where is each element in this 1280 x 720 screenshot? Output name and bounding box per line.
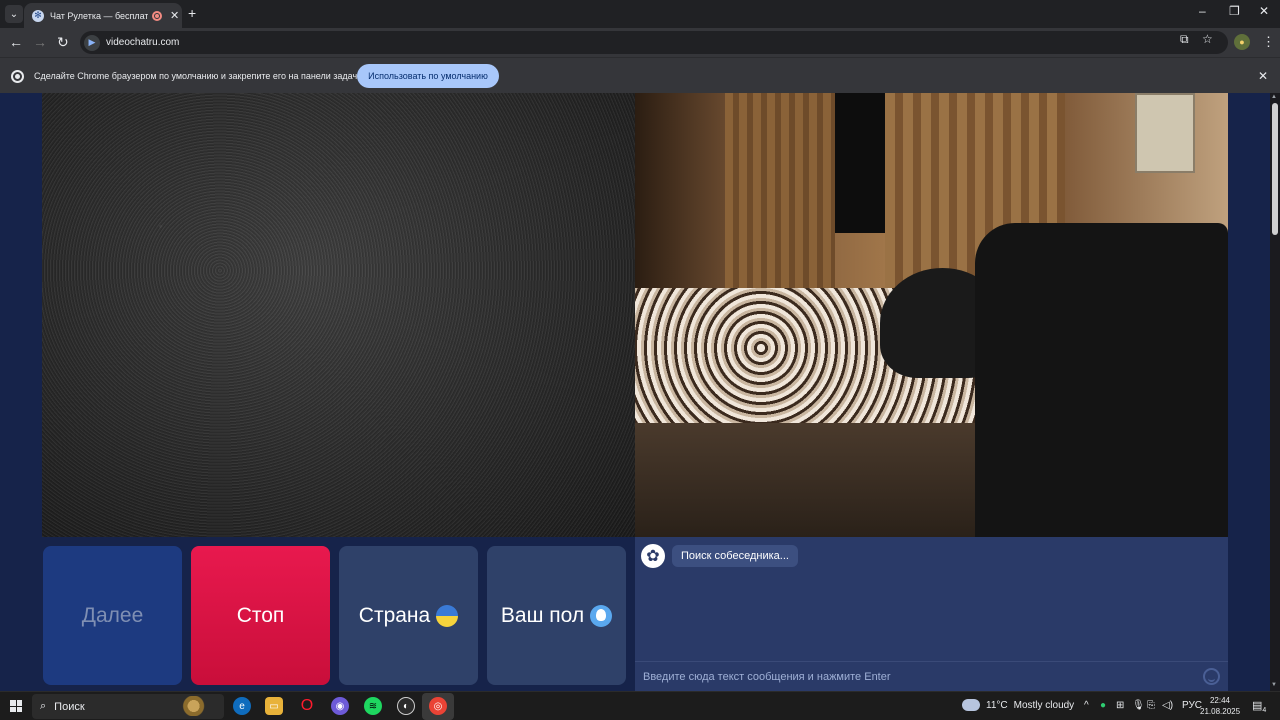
url-text: videochatru.com — [106, 37, 180, 48]
window-close-icon[interactable]: ✕ — [1259, 4, 1269, 18]
ukraine-flag-icon — [436, 604, 459, 627]
scroll-up-icon[interactable]: ▲ — [1271, 94, 1277, 100]
weather-temp: 11°C — [986, 699, 1008, 711]
local-video-noise — [42, 93, 635, 537]
recording-icon — [152, 10, 162, 21]
tray-app-icon[interactable]: ⊞ — [1116, 700, 1124, 711]
default-browser-infobar: Сделайте Chrome браузером по умолчанию и… — [0, 57, 1280, 93]
install-icon[interactable]: ⧉ — [1180, 32, 1189, 47]
infobar-close-icon[interactable]: ✕ — [1258, 69, 1268, 83]
chat-panel: ✿ Поиск собеседника... Введите сюда текс… — [635, 537, 1228, 691]
tab-title: Чат Рулетка — бесплатный — [50, 10, 148, 21]
tray-chevron-icon[interactable]: ^ — [1084, 700, 1089, 711]
minimize-icon[interactable]: – — [1199, 4, 1206, 18]
gender-icon — [590, 604, 613, 627]
next-button[interactable]: Далее — [43, 546, 182, 685]
set-default-button[interactable]: Использовать по умолчанию — [357, 64, 499, 88]
messenger-icon[interactable]: ◉ — [331, 697, 349, 715]
scroll-down-icon[interactable]: ▼ — [1271, 682, 1277, 688]
volume-icon[interactable]: ◁) — [1162, 700, 1173, 711]
opera-icon[interactable]: O — [298, 697, 316, 715]
tab-strip: ⌄ ✻ Чат Рулетка — бесплатный ✕ + – ❐ ✕ — [0, 0, 1280, 28]
chat-message-input[interactable]: Введите сюда текст сообщения и нажмите E… — [635, 661, 1228, 691]
scroll-thumb[interactable] — [1272, 103, 1278, 235]
video-chair — [975, 223, 1228, 537]
chrome-taskbar-icon[interactable]: ◎ — [429, 697, 447, 715]
status-dot-icon: ● — [1100, 700, 1107, 711]
favicon-icon: ✻ — [32, 9, 44, 22]
spotify-icon[interactable]: ≋ — [364, 697, 382, 715]
site-info-icon[interactable]: ▶ — [84, 34, 100, 51]
video-picture-frame — [1135, 93, 1195, 173]
forward-icon[interactable]: → — [33, 34, 47, 50]
browser-toolbar: ← → ↻ ▶ videochatru.com ⧉ ☆ ● ⋮ — [0, 28, 1280, 57]
cloud-icon — [962, 699, 980, 711]
tab-search-icon[interactable]: ⌄ — [5, 5, 23, 23]
back-icon[interactable]: ← — [9, 34, 23, 50]
page-content: Далее Стоп Страна Ваш пол ✿ Поиск собесе… — [0, 93, 1270, 691]
microphone-icon[interactable]: 🎙 — [1132, 700, 1145, 711]
weather-desc: Mostly cloudy — [1013, 699, 1075, 711]
notification-count: 4 — [1262, 707, 1267, 715]
emoji-icon[interactable] — [1203, 668, 1220, 685]
tab-close-icon[interactable]: ✕ — [170, 9, 179, 22]
chat-logo-icon: ✿ — [641, 544, 665, 568]
clock[interactable]: 22:44 21.08.2025 — [1200, 695, 1240, 717]
page-scrollbar[interactable]: ▲ ▼ — [1270, 93, 1280, 691]
notifications-icon[interactable]: ▤4 — [1252, 699, 1266, 714]
country-button[interactable]: Страна — [339, 546, 478, 685]
network-icon[interactable]: ⎘ — [1147, 700, 1155, 711]
reload-icon[interactable]: ↻ — [57, 34, 69, 51]
restore-icon[interactable]: ❐ — [1229, 4, 1240, 18]
browser-tab[interactable]: ✻ Чат Рулетка — бесплатный ✕ — [24, 3, 182, 28]
windows-start-icon[interactable] — [10, 700, 22, 712]
edge-icon[interactable]: e — [233, 697, 251, 715]
new-tab-icon[interactable]: + — [188, 5, 196, 21]
remote-video — [635, 93, 1228, 537]
file-explorer-icon[interactable]: ▭ — [265, 697, 283, 715]
gender-button[interactable]: Ваш пол — [487, 546, 626, 685]
search-highlight-icon — [176, 696, 220, 716]
stop-button[interactable]: Стоп — [191, 546, 330, 685]
weather-widget[interactable]: 11°C Mostly cloudy — [962, 699, 1074, 711]
windows-taskbar: ⌕ Поиск e ▭ O ◉ ≋ ◐ ◎ 11°C Mostly cloudy… — [0, 691, 1280, 720]
gender-label: Ваш пол — [500, 603, 585, 627]
taskbar-search-label: Поиск — [54, 700, 85, 713]
country-label: Страна — [358, 603, 431, 627]
next-label: Далее — [81, 603, 144, 627]
star-icon[interactable]: ☆ — [1202, 32, 1213, 46]
profile-icon[interactable]: ● — [1234, 34, 1250, 50]
chrome-icon — [11, 70, 24, 83]
clock-date: 21.08.2025 — [1200, 707, 1241, 716]
search-icon: ⌕ — [40, 700, 47, 712]
address-bar[interactable]: ▶ videochatru.com — [80, 31, 1228, 54]
clock-time: 22:44 — [1209, 696, 1231, 705]
taskbar-search[interactable]: ⌕ Поиск — [32, 694, 224, 719]
infobar-text: Сделайте Chrome браузером по умолчанию и… — [34, 71, 360, 81]
stop-label: Стоп — [236, 603, 285, 627]
chat-input-placeholder: Введите сюда текст сообщения и нажмите E… — [643, 670, 891, 683]
menu-icon[interactable]: ⋮ — [1262, 34, 1275, 50]
obs-icon[interactable]: ◐ — [397, 697, 415, 715]
chat-status-bubble: Поиск собеседника... — [672, 545, 798, 567]
